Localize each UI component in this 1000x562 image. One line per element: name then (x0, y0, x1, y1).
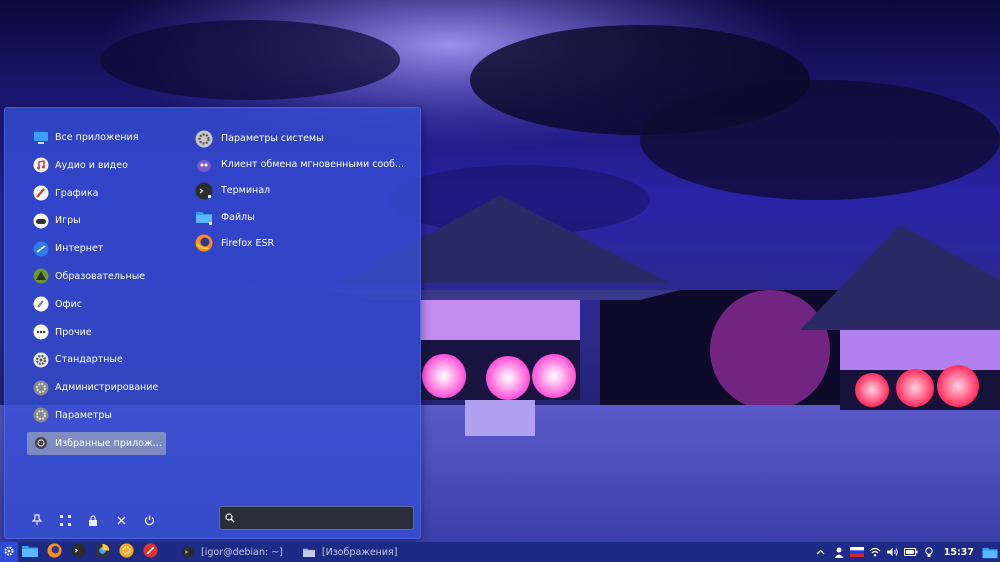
category-label: Администрирование (55, 382, 159, 394)
folder-icon (22, 544, 38, 561)
category-label: Графика (55, 187, 99, 199)
app-list: Параметры системы Клиент обмена мгновенн… (195, 128, 410, 259)
logout-icon[interactable] (107, 511, 135, 529)
more-icon (33, 324, 49, 340)
category-education[interactable]: Образовательные (27, 265, 166, 288)
graphics-icon (142, 543, 158, 561)
task-images-window[interactable]: [Изображения] (297, 542, 404, 562)
lock-icon[interactable] (79, 511, 107, 529)
app-label: Клиент обмена мгновенными сооб... (221, 159, 405, 171)
lightbulb-icon[interactable] (920, 542, 938, 562)
category-label: Игры (55, 215, 81, 227)
system-settings-icon (195, 130, 213, 148)
task-terminal-window[interactable]: [igor@debian: ~] (176, 542, 289, 562)
terminal-icon (70, 543, 86, 561)
category-label: Параметры (55, 409, 112, 421)
education-icon (33, 268, 49, 284)
favorites-icon (33, 435, 49, 451)
task-label: [igor@debian: ~] (201, 546, 283, 558)
app-label: Параметры системы (221, 133, 324, 144)
app-files[interactable]: Файлы (195, 207, 410, 228)
music-note-icon (33, 157, 49, 173)
category-label: Прочие (55, 326, 92, 338)
terminal-icon (182, 546, 194, 558)
folder-icon (302, 547, 315, 558)
category-all-apps[interactable]: Все приложения (27, 126, 166, 149)
category-label: Все приложения (55, 132, 139, 143)
category-favorites[interactable]: Избранные приложе... (27, 431, 166, 455)
category-administration[interactable]: Администрирование (27, 376, 166, 399)
app-terminal[interactable]: Терминал (195, 180, 410, 201)
category-label: Образовательные (55, 270, 146, 282)
office-icon (33, 296, 49, 312)
category-label: Интернет (55, 243, 104, 255)
settings-icon (118, 543, 134, 561)
launcher-screenshot[interactable] (90, 542, 114, 562)
category-graphics[interactable]: Графика (27, 182, 166, 205)
app-messenger[interactable]: Клиент обмена мгновенными сооб... (195, 154, 410, 175)
volume-icon[interactable] (884, 542, 902, 562)
gamepad-icon (33, 213, 49, 229)
show-desktop-folder-icon[interactable] (980, 542, 1000, 562)
screenshot-icon (94, 543, 110, 561)
firefox-icon (195, 234, 213, 252)
power-icon[interactable] (135, 511, 163, 529)
wifi-icon[interactable] (866, 542, 884, 562)
launcher-settings[interactable] (114, 542, 138, 562)
system-tray: 15:37 (812, 542, 1000, 562)
battery-icon[interactable] (902, 542, 920, 562)
category-list: Все приложения Аудио и видео Графика Игр… (27, 126, 177, 460)
category-standard[interactable]: Стандартные (27, 348, 166, 371)
taskbar: [igor@debian: ~] [Изображения] 15:37 (0, 542, 1000, 562)
gear-icon (3, 545, 15, 560)
category-games[interactable]: Игры (27, 209, 166, 232)
apps-grid-icon[interactable] (51, 511, 79, 529)
graphics-icon (33, 185, 49, 201)
terminal-icon (195, 182, 213, 200)
category-office[interactable]: Офис (27, 293, 166, 316)
search-input[interactable] (241, 511, 413, 525)
admin-gear-icon (33, 380, 49, 396)
launcher-files[interactable] (18, 542, 42, 562)
app-label: Firefox ESR (221, 237, 275, 249)
search-icon (225, 513, 241, 523)
pin-icon[interactable] (23, 511, 51, 529)
category-label: Стандартные (55, 354, 123, 366)
category-label: Аудио и видео (55, 159, 128, 171)
app-system-settings[interactable]: Параметры системы (195, 128, 410, 149)
category-label: Офис (55, 298, 82, 310)
keyboard-layout-flag-icon[interactable] (848, 542, 866, 562)
chevron-up-icon[interactable] (812, 542, 830, 562)
firefox-icon (46, 543, 62, 561)
monitor-icon (33, 130, 49, 146)
application-menu: Все приложения Аудио и видео Графика Игр… (4, 107, 421, 539)
messenger-icon (195, 156, 213, 174)
internet-icon (33, 241, 49, 257)
task-label: [Изображения] (321, 546, 398, 558)
start-menu-button[interactable] (0, 542, 18, 562)
category-other[interactable]: Прочие (27, 321, 166, 344)
launcher-graphics[interactable] (138, 542, 162, 562)
folder-icon (195, 208, 213, 226)
user-icon[interactable] (830, 542, 848, 562)
category-label: Избранные приложе... (55, 437, 166, 449)
launcher-terminal[interactable] (66, 542, 90, 562)
search-box[interactable] (219, 506, 414, 530)
category-audio-video[interactable]: Аудио и видео (27, 154, 166, 177)
app-firefox[interactable]: Firefox ESR (195, 233, 410, 254)
app-label: Терминал (221, 185, 271, 197)
app-label: Файлы (221, 211, 255, 223)
settings-icon (33, 407, 49, 423)
menu-actions (23, 511, 163, 529)
clock[interactable]: 15:37 (938, 547, 980, 558)
gear-icon (33, 352, 49, 368)
category-internet[interactable]: Интернет (27, 237, 166, 260)
launcher-firefox[interactable] (42, 542, 66, 562)
category-settings[interactable]: Параметры (27, 404, 166, 427)
